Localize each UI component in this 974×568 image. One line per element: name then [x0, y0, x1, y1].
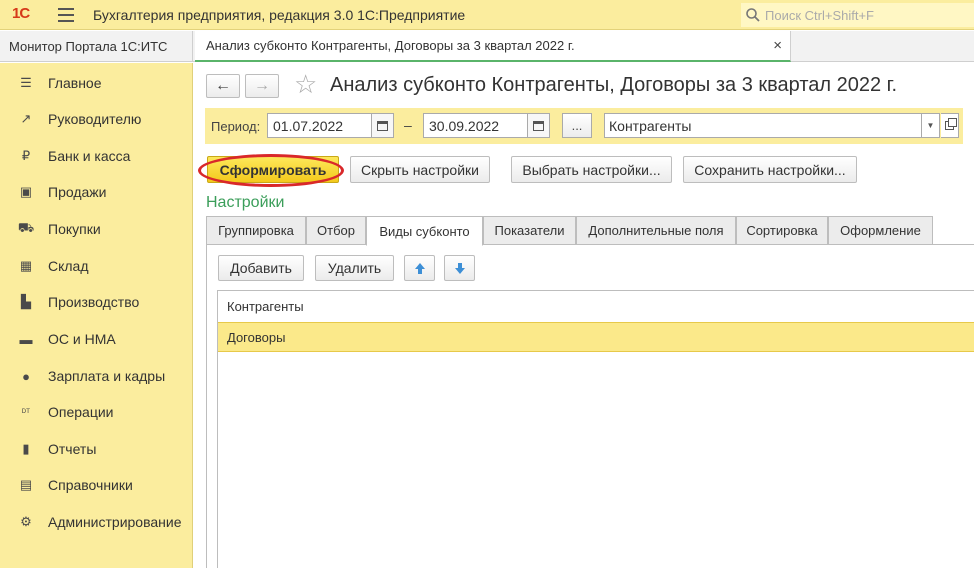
settings-title: Настройки — [206, 194, 285, 211]
open-button[interactable] — [941, 113, 959, 138]
bar-chart-icon: ▮ — [22, 441, 30, 456]
forward-button[interactable]: → — [245, 74, 279, 98]
favorite-star-icon[interactable]: ☆ — [294, 71, 317, 97]
subconto-list: Контрагенты Договоры — [217, 290, 974, 568]
sidebar-item-production[interactable]: ▙ Производство — [0, 287, 193, 317]
arrow-down-icon — [454, 262, 465, 274]
cart-icon: ⛟ — [17, 220, 35, 235]
sidebar-item-label: ОС и НМА — [48, 331, 116, 347]
delete-button[interactable]: Удалить — [315, 255, 394, 281]
sidebar-item-main[interactable]: ☰ Главное — [0, 68, 193, 98]
arrow-left-icon: ← — [215, 77, 231, 94]
sidebar-item-label: Справочники — [48, 477, 133, 493]
subconto-select[interactable]: Контрагенты — [604, 113, 922, 138]
date-to-calendar-button[interactable] — [528, 113, 550, 138]
back-button[interactable]: ← — [206, 74, 240, 98]
app-title: Бухгалтерия предприятия, редакция 3.0 1С… — [93, 7, 466, 23]
sidebar-item-warehouse[interactable]: ▦ Склад — [0, 251, 193, 281]
date-from-field[interactable]: 01.07.2022 — [267, 113, 372, 138]
truck-icon: ▬ — [19, 331, 33, 347]
sidebar-item-sales[interactable]: ▣ Продажи — [0, 177, 193, 207]
open-window-icon — [945, 118, 957, 130]
move-down-button[interactable] — [444, 255, 475, 281]
coin-icon: ₽ — [21, 148, 31, 163]
report-form: ← → ☆ Анализ субконто Контрагенты, Догов… — [194, 63, 974, 568]
period-dash: – — [404, 117, 412, 133]
search-placeholder: Поиск Ctrl+Shift+F — [765, 7, 874, 23]
tab-formatting[interactable]: Оформление — [828, 216, 933, 245]
warehouse-icon: ▦ — [19, 258, 33, 273]
factory-icon: ▙ — [21, 294, 31, 309]
page-title: Анализ субконто Контрагенты, Договоры за… — [330, 74, 898, 96]
dt-kt-icon: ᴰᵀ — [22, 407, 30, 417]
sidebar-item-label: Продажи — [48, 184, 107, 200]
sidebar-item-label: Руководителю — [48, 111, 142, 127]
move-up-button[interactable] — [404, 255, 435, 281]
tab-subconto-analysis[interactable]: Анализ субконто Контрагенты, Договоры за… — [195, 31, 791, 62]
sidebar: ☰ Главное ↗ Руководителю ₽ Банк и касса … — [0, 63, 193, 568]
sidebar-item-admin[interactable]: ⚙ Администрирование — [0, 507, 193, 537]
date-to-field[interactable]: 30.09.2022 — [423, 113, 528, 138]
books-icon: ▤ — [19, 477, 33, 492]
trend-icon: ↗ — [20, 111, 32, 126]
list-item-selected[interactable]: Договоры — [218, 322, 974, 352]
arrow-up-icon — [414, 262, 425, 274]
sidebar-item-label: Отчеты — [48, 441, 97, 457]
calendar-icon — [377, 120, 388, 131]
tab-portal-monitor[interactable]: Монитор Портала 1С:ИТС — [0, 31, 193, 62]
tab-subconto-analysis-label: Анализ субконто Контрагенты, Договоры за… — [206, 38, 575, 53]
choose-settings-button[interactable]: Выбрать настройки... — [511, 156, 672, 183]
sidebar-item-fixed-assets[interactable]: ▬ ОС и НМА — [0, 324, 193, 354]
period-label: Период: — [211, 119, 261, 134]
tabs-bar: Монитор Портала 1С:ИТС Анализ субконто К… — [0, 31, 974, 62]
settings-tabs: Группировка Отбор Виды субконто Показате… — [206, 216, 936, 246]
tab-subconto-kinds[interactable]: Виды субконто — [366, 216, 483, 246]
period-panel: Период: 01.07.2022 – 30.09.2022 ... Конт… — [205, 108, 963, 144]
menu-icon: ☰ — [20, 75, 32, 90]
sidebar-item-label: Администрирование — [48, 514, 182, 530]
tab-grouping[interactable]: Группировка — [206, 216, 306, 245]
tab-extra-fields[interactable]: Дополнительные поля — [576, 216, 736, 245]
sidebar-item-label: Банк и касса — [48, 148, 131, 164]
person-icon: ● — [22, 368, 30, 384]
date-from-calendar-button[interactable] — [372, 113, 394, 138]
arrow-right-icon: → — [254, 77, 270, 94]
chevron-down-icon[interactable]: ▼ — [922, 113, 940, 138]
sidebar-item-operations[interactable]: ᴰᵀ Операции — [0, 397, 193, 427]
sidebar-item-label: Зарплата и кадры — [48, 368, 166, 384]
main-menu-icon[interactable] — [58, 8, 74, 22]
sidebar-item-label: Производство — [48, 294, 140, 310]
sidebar-item-label: Покупки — [48, 221, 101, 237]
tab-sorting[interactable]: Сортировка — [736, 216, 828, 245]
sidebar-item-catalogs[interactable]: ▤ Справочники — [0, 470, 193, 500]
sidebar-item-bank[interactable]: ₽ Банк и касса — [0, 141, 193, 171]
add-button[interactable]: Добавить — [218, 255, 304, 281]
tab-indicators[interactable]: Показатели — [483, 216, 576, 245]
sidebar-item-purchases[interactable]: ⛟ Покупки — [0, 214, 193, 244]
bag-icon: ▣ — [19, 184, 33, 199]
calendar-icon — [533, 120, 544, 131]
gear-icon: ⚙ — [20, 514, 32, 529]
search-icon — [746, 8, 760, 22]
1c-logo: 1С — [12, 5, 30, 22]
sidebar-item-label: Главное — [48, 75, 102, 91]
list-item[interactable]: Контрагенты — [218, 291, 974, 321]
sidebar-item-reports[interactable]: ▮ Отчеты — [0, 434, 193, 464]
tab-filter[interactable]: Отбор — [306, 216, 366, 245]
sidebar-item-label: Операции — [48, 404, 114, 420]
search-input[interactable]: Поиск Ctrl+Shift+F — [741, 3, 974, 27]
hide-settings-button[interactable]: Скрыть настройки — [350, 156, 490, 183]
close-icon[interactable]: × — [773, 37, 782, 54]
title-bar: 1С Бухгалтерия предприятия, редакция 3.0… — [0, 0, 974, 30]
sidebar-item-label: Склад — [48, 258, 89, 274]
generate-button[interactable]: Сформировать — [207, 156, 339, 183]
select-period-button[interactable]: ... — [562, 113, 592, 138]
sidebar-item-payroll[interactable]: ● Зарплата и кадры — [0, 361, 193, 391]
sidebar-item-manager[interactable]: ↗ Руководителю — [0, 104, 193, 134]
save-settings-button[interactable]: Сохранить настройки... — [683, 156, 857, 183]
